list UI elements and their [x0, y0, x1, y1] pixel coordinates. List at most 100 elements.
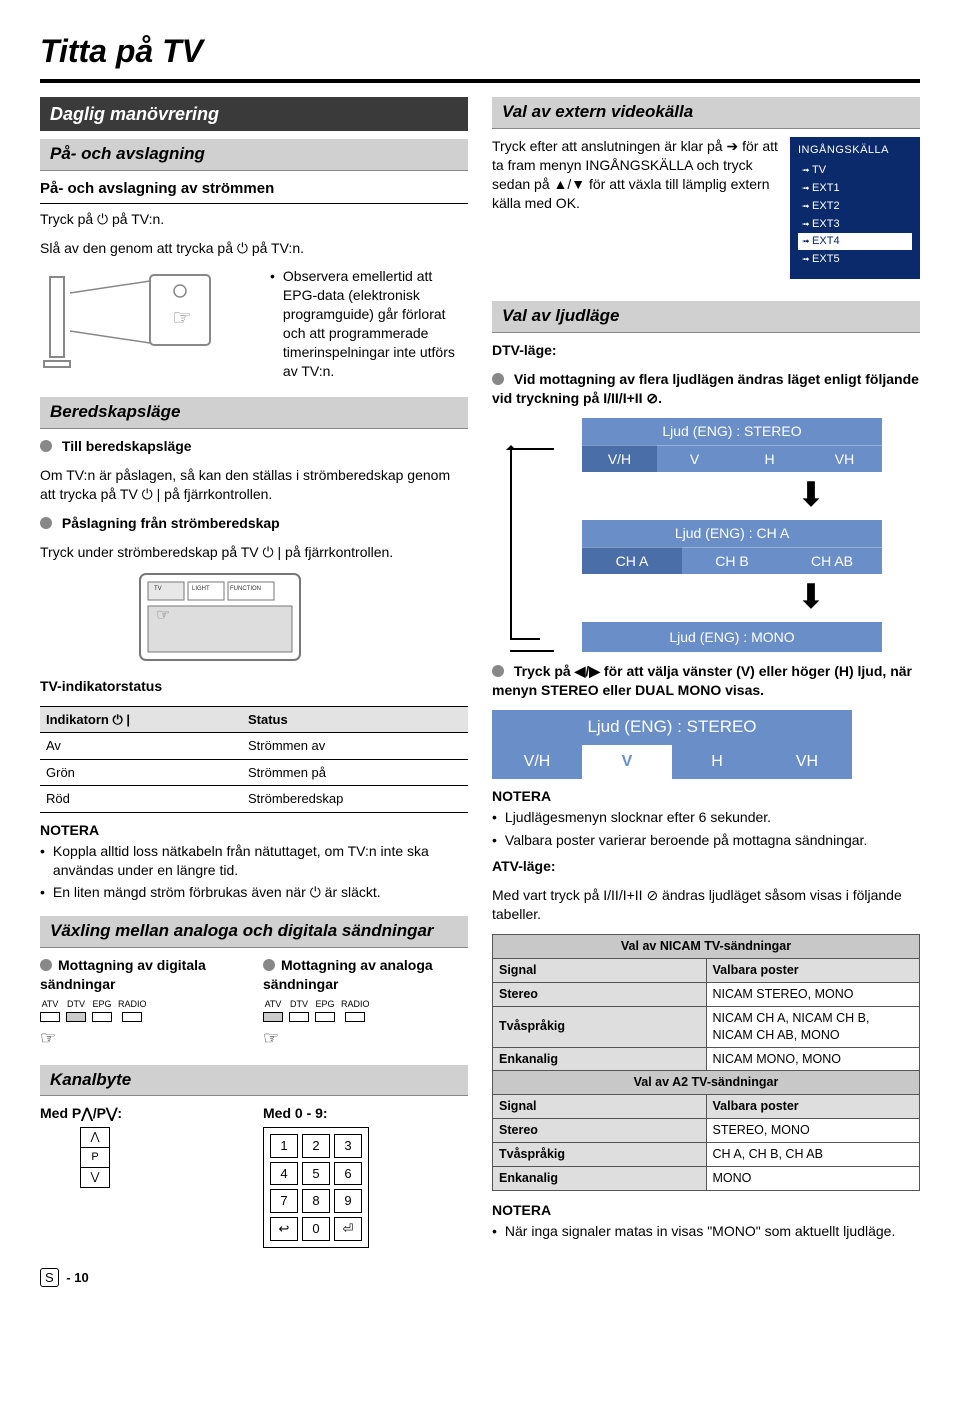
- key: 6: [334, 1162, 362, 1186]
- hand-icon: ☞: [40, 1026, 245, 1050]
- indicator-col2: Status: [242, 706, 468, 733]
- cell: H: [672, 745, 762, 779]
- col-head: Valbara poster: [706, 959, 920, 983]
- table-cell: NICAM MONO, MONO: [706, 1047, 920, 1071]
- svg-text:☞: ☞: [156, 607, 170, 624]
- svg-text:FUNCTION: FUNCTION: [230, 586, 261, 592]
- mode-indicators: ATV DTV EPG RADIO: [263, 998, 468, 1022]
- lr-heading: Tryck på ◀/▶ för att välja vänster (V) e…: [492, 663, 912, 698]
- note-heading: NOTERA: [40, 821, 468, 840]
- key: ⏎: [334, 1217, 362, 1241]
- recv-digital: Mottagning av digitala sändningar: [40, 957, 206, 992]
- table-cell: CH A, CH B, CH AB: [706, 1143, 920, 1167]
- svg-text:TV: TV: [154, 586, 162, 592]
- footer-lang: S: [40, 1268, 59, 1288]
- table-cell: Tvåspråkig: [493, 1143, 707, 1167]
- page-footer: S - 10: [40, 1268, 920, 1288]
- subhead-power: På- och avslagning av strömmen: [40, 179, 468, 203]
- mode-indicators: ATV DTV EPG RADIO: [40, 998, 245, 1022]
- mode-label: ATV: [265, 999, 282, 1009]
- mode-label: ATV: [42, 999, 59, 1009]
- subhead-to-standby: Till beredskapsläge: [62, 438, 192, 454]
- box-head: Ljud (ENG) : STEREO: [582, 418, 882, 445]
- channel-p-label: Med P⋀/P⋁:: [40, 1105, 122, 1121]
- cha-box: Ljud (ENG) : CH A CH A CH B CH AB: [582, 520, 882, 575]
- cell: VH: [807, 445, 882, 473]
- bullet-icon: [40, 440, 52, 452]
- cell: V/H: [582, 445, 657, 473]
- col-head: Valbara poster: [706, 1095, 920, 1119]
- bullet-icon: [492, 665, 504, 677]
- bullet-icon: [40, 842, 45, 880]
- table-cell: STEREO, MONO: [706, 1119, 920, 1143]
- cell-selected: V: [582, 745, 672, 779]
- mono-box: Ljud (ENG) : MONO: [582, 622, 882, 653]
- stereo-box: Ljud (ENG) : STEREO V/H V H VH: [582, 418, 882, 473]
- bullet-icon: [40, 517, 52, 529]
- remote-illustration: TV LIGHT FUNCTION ☞: [130, 572, 310, 662]
- svg-text:☞: ☞: [172, 305, 192, 330]
- heading-ext-source: Val av extern videokälla: [492, 97, 920, 129]
- table-cell: Röd: [40, 786, 242, 813]
- right-column: Val av extern videokälla INGÅNGSKÄLLA TV…: [492, 97, 920, 1247]
- note-item: En liten mängd ström förbrukas även när …: [53, 883, 381, 902]
- cell: V: [657, 445, 732, 473]
- power-line2: Slå av den genom att trycka på ⏻ på TV:n…: [40, 239, 468, 258]
- table-cell: NICAM STEREO, MONO: [706, 982, 920, 1006]
- mode-label: DTV: [67, 999, 85, 1009]
- table-cell: Strömmen på: [242, 759, 468, 786]
- title-rule: [40, 79, 920, 83]
- table-cell: Tvåspråkig: [493, 1006, 707, 1047]
- table-cell: Stereo: [493, 982, 707, 1006]
- atv-label: ATV-läge:: [492, 858, 556, 874]
- menu-item: EXT3: [798, 216, 912, 233]
- heading-standby: Beredskapsläge: [40, 397, 468, 429]
- p-label: P: [81, 1148, 109, 1168]
- mode-label: RADIO: [118, 999, 147, 1009]
- to-standby-body: Om TV:n är påslagen, så kan den ställas …: [40, 466, 468, 504]
- dtv-label: DTV-läge:: [492, 342, 557, 358]
- heading-switch: Växling mellan analoga och digitala sänd…: [40, 916, 468, 948]
- p-down-icon: ⋁: [81, 1168, 109, 1187]
- audio-flow-diagram: Ljud (ENG) : STEREO V/H V H VH ⬇ Ljud (E…: [492, 418, 920, 653]
- key: 1: [270, 1134, 298, 1158]
- menu-title: INGÅNGSKÄLLA: [798, 143, 912, 158]
- cell: CH A: [582, 547, 682, 575]
- note-heading: NOTERA: [492, 1201, 920, 1220]
- atv-body: Med vart tryck på I/II/I+II ⊘ ändras lju…: [492, 886, 920, 924]
- menu-item: EXT5: [798, 251, 912, 268]
- box-head: Ljud (ENG) : STEREO: [492, 710, 852, 745]
- key: 0: [302, 1217, 330, 1241]
- bullet-icon: [492, 373, 504, 385]
- stereo-select-box: Ljud (ENG) : STEREO V/H V H VH: [492, 710, 852, 779]
- table-cell: Strömmen av: [242, 733, 468, 760]
- key: 4: [270, 1162, 298, 1186]
- table-title: Val av NICAM TV-sändningar: [493, 935, 920, 959]
- table-cell: NICAM CH A, NICAM CH B, NICAM CH AB, MON…: [706, 1006, 920, 1047]
- bullet-icon: [263, 959, 275, 971]
- channel-num-label: Med 0 - 9:: [263, 1105, 328, 1121]
- menu-item: EXT2: [798, 198, 912, 215]
- table-cell: Stereo: [493, 1119, 707, 1143]
- key: 8: [302, 1189, 330, 1213]
- key: 2: [302, 1134, 330, 1158]
- col-head: Signal: [493, 959, 707, 983]
- svg-text:LIGHT: LIGHT: [192, 586, 210, 592]
- bullet-icon: [270, 267, 275, 380]
- subhead-from-standby: Påslagning från strömberedskap: [62, 515, 280, 531]
- table-cell: Av: [40, 733, 242, 760]
- bullet-icon: [40, 883, 45, 902]
- bullet-icon: [40, 959, 52, 971]
- key: 7: [270, 1189, 298, 1213]
- heading-audio: Val av ljudläge: [492, 301, 920, 333]
- hand-icon: ☞: [263, 1026, 468, 1050]
- table-cell: Strömberedskap: [242, 786, 468, 813]
- note-heading: NOTERA: [492, 787, 920, 806]
- menu-item-selected: EXT4: [798, 233, 912, 250]
- page-title: Titta på TV: [40, 30, 920, 73]
- table-title: Val av A2 TV-sändningar: [493, 1071, 920, 1095]
- numeric-keypad: 1 2 3 4 5 6 7 8 9 ↩ 0 ⏎: [263, 1127, 369, 1247]
- epg-note: Observera emellertid att EPG-data (elekt…: [283, 267, 468, 380]
- table-cell: MONO: [706, 1166, 920, 1190]
- menu-item: EXT1: [798, 180, 912, 197]
